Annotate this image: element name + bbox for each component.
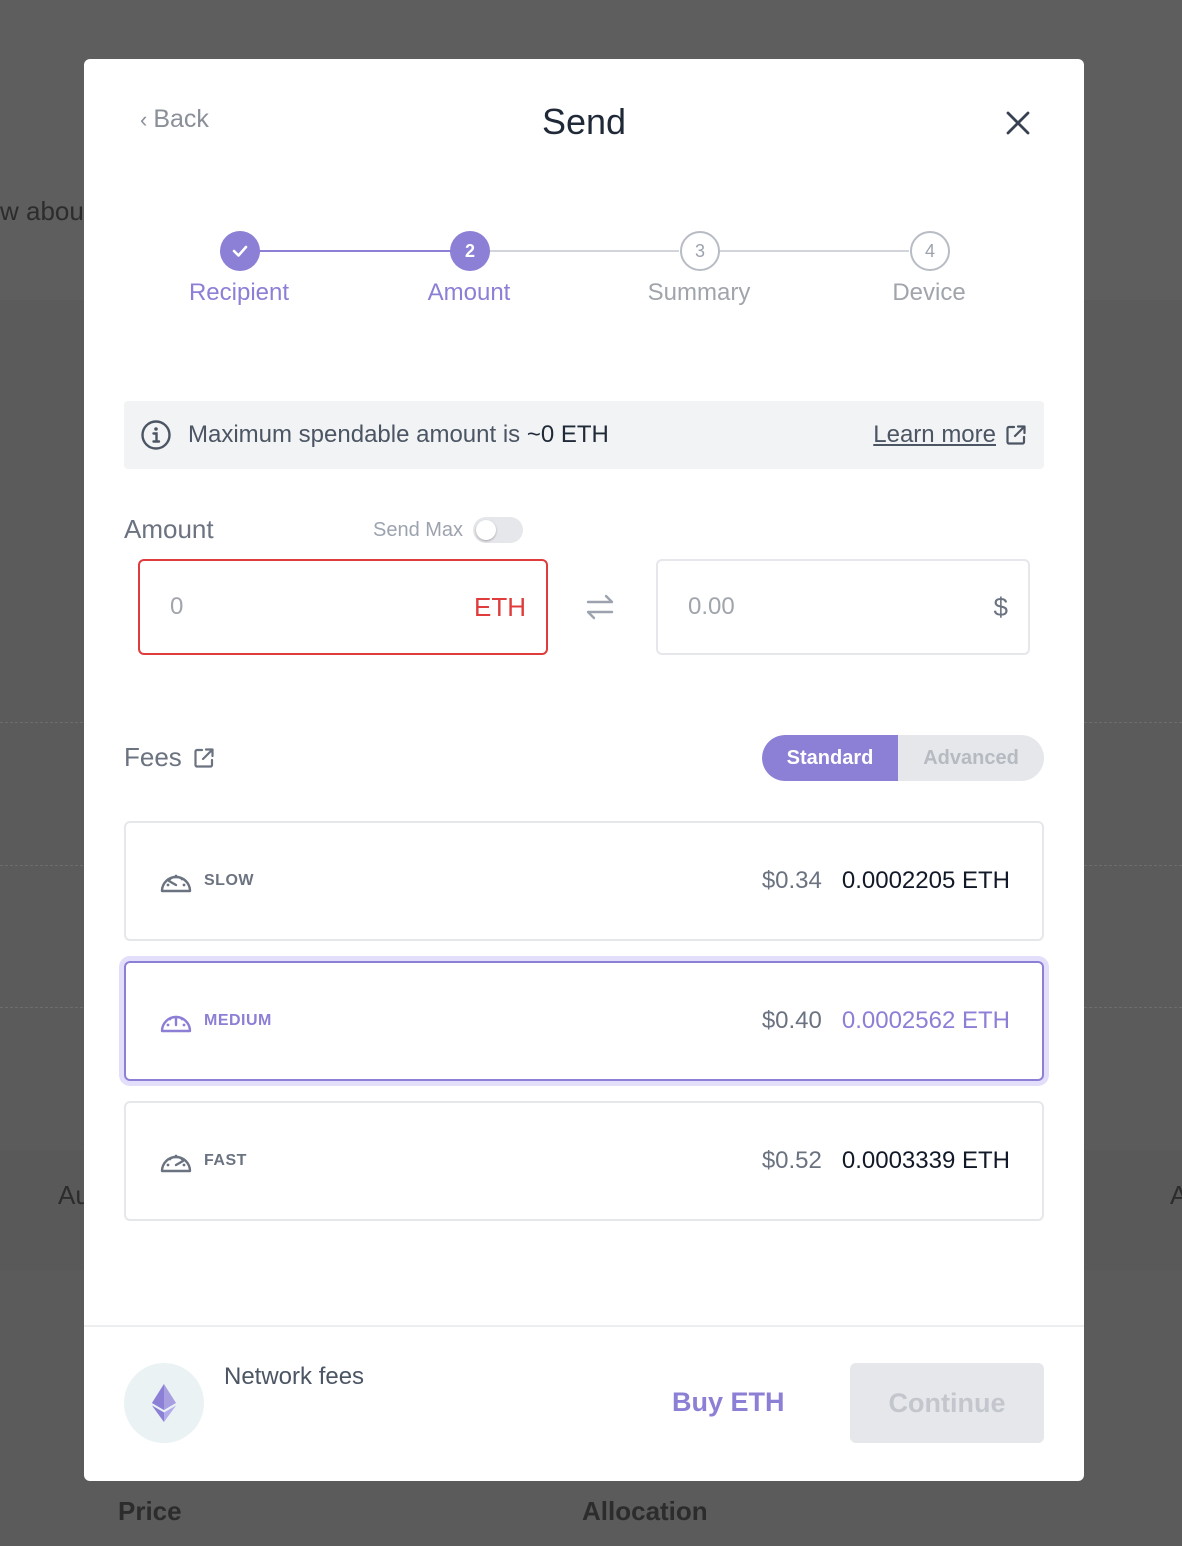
fee-eth: 0.0002562 ETH: [841, 1007, 1010, 1034]
send-modal: ‹ Back Send 2 3 4 Recipient Amount Summa…: [84, 59, 1084, 1481]
fee-name: MEDIUM: [204, 1012, 272, 1029]
max-spendable-text: Maximum spendable amount is ~0 ETH: [188, 421, 609, 449]
learn-more-link[interactable]: Learn more: [873, 421, 1028, 449]
learn-more-label: Learn more: [873, 421, 996, 448]
crypto-amount-field: ETH: [138, 559, 548, 655]
step-connector: [719, 250, 909, 252]
speedometer-icon: [160, 1015, 192, 1033]
max-spendable-value: ~0 ETH: [526, 421, 609, 448]
step-amount-marker: 2: [450, 231, 490, 271]
info-icon: [141, 420, 171, 450]
fee-eth: 0.0002205 ETH: [841, 867, 1010, 894]
step-device-marker: 4: [910, 231, 950, 271]
eth-avatar: [124, 1363, 204, 1443]
external-link-icon: [1006, 425, 1026, 445]
crypto-amount-input[interactable]: [170, 593, 474, 621]
background-column-price: Price: [118, 1496, 182, 1526]
step-label-device: Device: [892, 279, 966, 306]
fee-option-fast[interactable]: FAST $0.52 0.0003339 ETH: [124, 1101, 1044, 1221]
network-fees-label: Network fees: [224, 1363, 365, 1390]
step-recipient-check: [220, 231, 260, 271]
background-text-snippet: w abou: [0, 196, 84, 226]
fee-mode-advanced[interactable]: Advanced: [898, 735, 1044, 781]
step-connector: [489, 250, 679, 252]
step-label-summary: Summary: [647, 279, 751, 306]
modal-title: Send: [541, 101, 627, 142]
crypto-unit: ETH: [474, 591, 526, 622]
send-max-label: Send Max: [373, 518, 464, 541]
continue-button[interactable]: Continue: [850, 1363, 1044, 1443]
fee-mode-standard[interactable]: Standard: [762, 735, 898, 781]
fiat-amount-input[interactable]: [688, 593, 994, 621]
fiat-unit: $: [993, 591, 1008, 622]
max-spendable-prefix: Maximum spendable amount is: [188, 421, 527, 448]
fee-usd: $0.52: [761, 1147, 822, 1174]
fee-option-medium[interactable]: MEDIUM $0.40 0.0002562 ETH: [124, 961, 1044, 1081]
buy-eth-button[interactable]: Buy ETH: [672, 1387, 785, 1418]
speedometer-icon: [160, 874, 192, 893]
step-label-amount: Amount: [427, 279, 511, 306]
amount-label: Amount: [124, 514, 214, 544]
fee-mode-switch: Standard Advanced: [762, 735, 1044, 781]
info-banner: Maximum spendable amount is ~0 ETH Learn…: [124, 401, 1044, 469]
swap-currency-icon[interactable]: [582, 589, 618, 625]
fee-name: SLOW: [204, 872, 254, 889]
fee-usd: $0.40: [761, 1007, 822, 1034]
step-connector: [259, 250, 469, 252]
ethereum-icon: [152, 1384, 176, 1422]
fee-eth: 0.0003339 ETH: [841, 1147, 1010, 1174]
send-max-toggle[interactable]: [473, 517, 524, 543]
step-summary-marker: 3: [680, 231, 720, 271]
fees-label: Fees: [124, 742, 182, 772]
footer-divider: [84, 1325, 1084, 1327]
background-text-snippet: A: [1170, 1180, 1182, 1210]
background-column-allocation: Allocation: [582, 1496, 708, 1526]
step-label-recipient: Recipient: [188, 279, 290, 306]
stepper: 2 3 4 Recipient Amount Summary Device: [84, 229, 1084, 319]
send-max-control: Send Max: [373, 517, 524, 543]
fee-option-slow[interactable]: SLOW $0.34 0.0002205 ETH: [124, 821, 1044, 941]
check-icon: [232, 245, 248, 257]
close-icon[interactable]: [1002, 107, 1034, 139]
speedometer-icon: [160, 1154, 192, 1173]
fee-name: FAST: [204, 1152, 247, 1169]
fee-usd: $0.34: [761, 867, 822, 894]
fiat-amount-field: $: [656, 559, 1030, 655]
external-link-icon[interactable]: [192, 746, 216, 770]
fees-heading: Fees: [124, 742, 216, 773]
